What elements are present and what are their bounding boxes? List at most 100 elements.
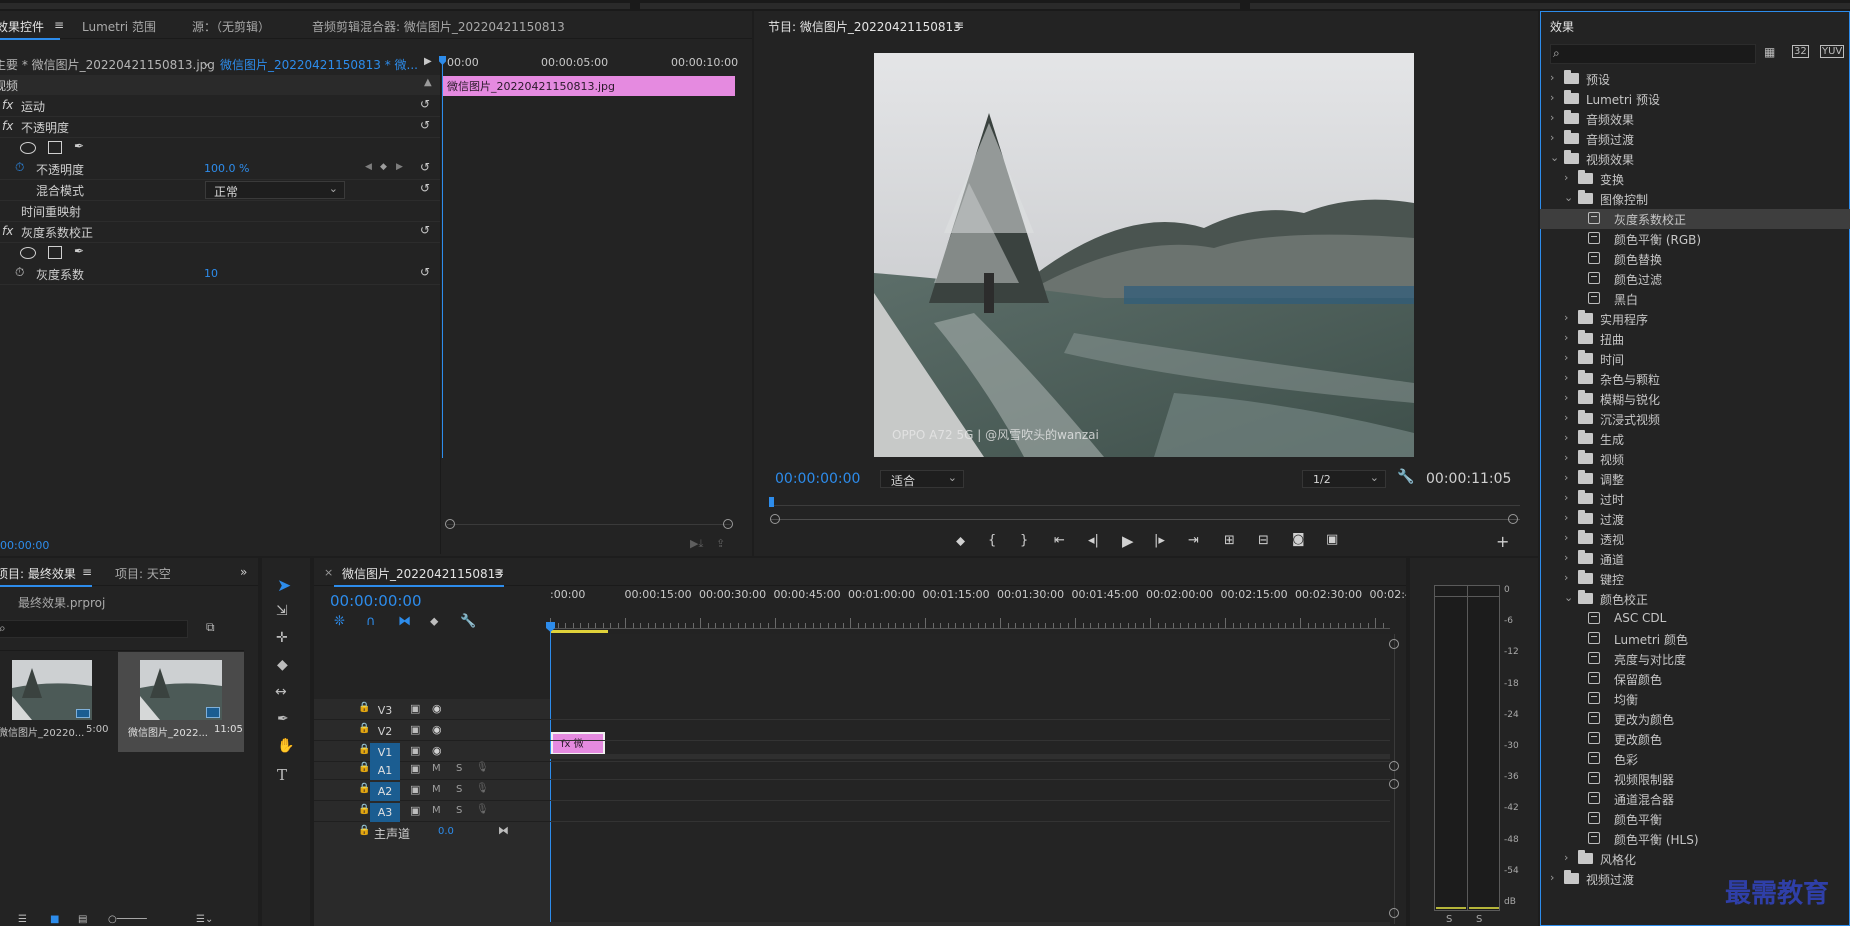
mute-button[interactable]: M: [432, 784, 441, 795]
prev-keyframe-icon[interactable]: ◀: [365, 162, 372, 172]
export-icon[interactable]: ⇪: [716, 537, 725, 550]
effect-folder[interactable]: › 预设: [1540, 69, 1850, 89]
add-button-icon[interactable]: +: [1496, 532, 1509, 551]
effect-item[interactable]: 色彩: [1540, 749, 1850, 769]
chevron-right-icon[interactable]: ›: [1550, 131, 1554, 144]
solo-button[interactable]: S: [456, 763, 462, 774]
video-frame[interactable]: OPPO A72 5G | @风雪吹头的wanzai: [874, 53, 1414, 457]
chevron-right-icon[interactable]: ›: [1564, 451, 1568, 464]
playhead[interactable]: [442, 58, 443, 458]
effect-folder[interactable]: › 实用程序: [1540, 309, 1850, 329]
effect-folder[interactable]: › 过时: [1540, 489, 1850, 509]
extract-icon[interactable]: ⊟: [1258, 533, 1269, 548]
zoom-handle-left[interactable]: [445, 519, 455, 529]
effect-item[interactable]: 均衡: [1540, 689, 1850, 709]
list-view-icon[interactable]: ☰: [18, 914, 27, 925]
tab-menu-icon[interactable]: ≡: [54, 18, 64, 32]
track-label[interactable]: A1: [370, 761, 400, 780]
effect-folder[interactable]: › 音频效果: [1540, 109, 1850, 129]
work-area-bar[interactable]: [550, 630, 608, 633]
effect-item[interactable]: 亮度与对比度: [1540, 649, 1850, 669]
chevron-down-icon[interactable]: ⌄: [1564, 191, 1573, 204]
accelerated-effects-icon[interactable]: ▦: [1764, 45, 1775, 59]
effect-folder[interactable]: › 变换: [1540, 169, 1850, 189]
go-to-end-icon[interactable]: ⧓: [498, 824, 509, 837]
film-icon[interactable]: ▣: [410, 762, 420, 775]
track-label[interactable]: V2: [370, 722, 400, 741]
zoom-handle-right[interactable]: [723, 519, 733, 529]
reset-icon[interactable]: ↺: [420, 265, 430, 279]
selection-tool-icon[interactable]: ➤: [277, 576, 291, 596]
program-monitor-title[interactable]: 节目: 微信图片_20220421150813: [768, 18, 961, 35]
nest-toggle-icon[interactable]: ❊: [334, 614, 345, 629]
go-to-out-icon[interactable]: ⇥: [1188, 533, 1199, 548]
solo-button[interactable]: S: [456, 805, 462, 816]
new-bin-icon[interactable]: ⧉: [206, 620, 215, 635]
effect-item[interactable]: 更改为颜色: [1540, 709, 1850, 729]
timeline-ruler[interactable]: :00:00 00:00:15:00 00:00:30:00 00:00:45:00 0…: [550, 588, 1406, 634]
project-search-input[interactable]: ⌕: [0, 620, 188, 638]
pen-mask-icon[interactable]: ✒: [74, 139, 84, 153]
film-icon[interactable]: ▣: [410, 804, 420, 817]
film-icon[interactable]: ▣: [410, 723, 420, 736]
ellipse-mask-icon[interactable]: [20, 247, 36, 259]
panel-overflow-icon[interactable]: »: [240, 565, 247, 579]
chevron-down-icon[interactable]: ⌄: [202, 56, 211, 69]
tab-source[interactable]: 源：（无剪辑）: [192, 18, 270, 35]
mark-in-icon[interactable]: {: [988, 533, 996, 548]
eye-icon[interactable]: ◉: [432, 723, 442, 736]
effect-folder[interactable]: › 通道: [1540, 549, 1850, 569]
v-scroll-handle[interactable]: [1389, 908, 1399, 918]
effect-item[interactable]: 保留颜色: [1540, 669, 1850, 689]
opacity-value[interactable]: 100.0 %: [204, 162, 249, 175]
lock-icon[interactable]: 🔒: [358, 804, 370, 815]
h-scrollbar[interactable]: [550, 922, 1390, 926]
effect-row-opacity[interactable]: fx 不透明度 ↺: [0, 117, 440, 138]
effect-folder[interactable]: › 扭曲: [1540, 329, 1850, 349]
effect-folder[interactable]: › 键控: [1540, 569, 1850, 589]
effect-item[interactable]: 通道混合器: [1540, 789, 1850, 809]
chevron-right-icon[interactable]: ›: [1550, 91, 1554, 104]
effect-folder[interactable]: › 时间: [1540, 349, 1850, 369]
chevron-right-icon[interactable]: ›: [1564, 431, 1568, 444]
program-timecode[interactable]: 00:00:00:00: [775, 471, 860, 487]
film-icon[interactable]: ▣: [410, 702, 420, 715]
chevron-right-icon[interactable]: ›: [1564, 571, 1568, 584]
effect-folder[interactable]: ⌄ 视频效果: [1540, 149, 1850, 169]
timeline-settings-icon[interactable]: 🔧: [460, 614, 476, 629]
wrench-icon[interactable]: 🔧: [1397, 469, 1414, 485]
chevron-right-icon[interactable]: ›: [1564, 531, 1568, 544]
chevron-down-icon[interactable]: ⌄: [1564, 591, 1573, 604]
reset-icon[interactable]: ↺: [420, 97, 430, 111]
stopwatch-icon[interactable]: ⏱: [15, 160, 24, 175]
resolution-select[interactable]: 1/2 ⌄: [1302, 470, 1386, 488]
v-scroll-handle[interactable]: [1389, 639, 1399, 649]
add-marker-icon[interactable]: ⬥: [956, 534, 965, 549]
chevron-right-icon[interactable]: ›: [1564, 351, 1568, 364]
slip-tool-icon[interactable]: ↔: [275, 684, 287, 700]
reset-icon[interactable]: ↺: [420, 181, 430, 195]
ripple-edit-icon[interactable]: ✛: [276, 630, 288, 646]
chevron-right-icon[interactable]: ›: [1564, 551, 1568, 564]
effect-folder[interactable]: › 视频: [1540, 449, 1850, 469]
effect-item[interactable]: Lumetri 颜色: [1540, 629, 1850, 649]
effect-folder[interactable]: ⌄ 图像控制: [1540, 189, 1850, 209]
effect-row-motion[interactable]: fx 运动 ↺: [0, 96, 440, 117]
effect-timeline[interactable]: 00:00 00:00:05:00 00:00:10:00 微信图片_20220…: [439, 54, 738, 554]
effect-item[interactable]: 黑白: [1540, 289, 1850, 309]
mute-button[interactable]: M: [432, 763, 441, 774]
sort-icon[interactable]: ☰⌄: [196, 914, 213, 925]
type-tool-icon[interactable]: T: [277, 766, 287, 784]
step-back-icon[interactable]: ◂|: [1088, 533, 1099, 548]
lock-icon[interactable]: 🔒: [358, 762, 370, 773]
lock-icon[interactable]: 🔒: [358, 825, 370, 836]
effect-item[interactable]: 颜色平衡: [1540, 809, 1850, 829]
effect-row-gamma-param[interactable]: › ⏱ 灰度系数 10 ↺: [0, 264, 440, 285]
snap-icon[interactable]: ∩: [366, 614, 376, 629]
master-track-value[interactable]: 0.0: [438, 826, 454, 837]
panel-menu-icon[interactable]: ≡: [494, 565, 504, 579]
effect-folder[interactable]: ⌄ 颜色校正: [1540, 589, 1850, 609]
track-select-icon[interactable]: ⇲: [276, 603, 288, 619]
hand-tool-icon[interactable]: ✋: [277, 738, 294, 754]
tab-menu-icon[interactable]: ≡: [82, 565, 92, 579]
